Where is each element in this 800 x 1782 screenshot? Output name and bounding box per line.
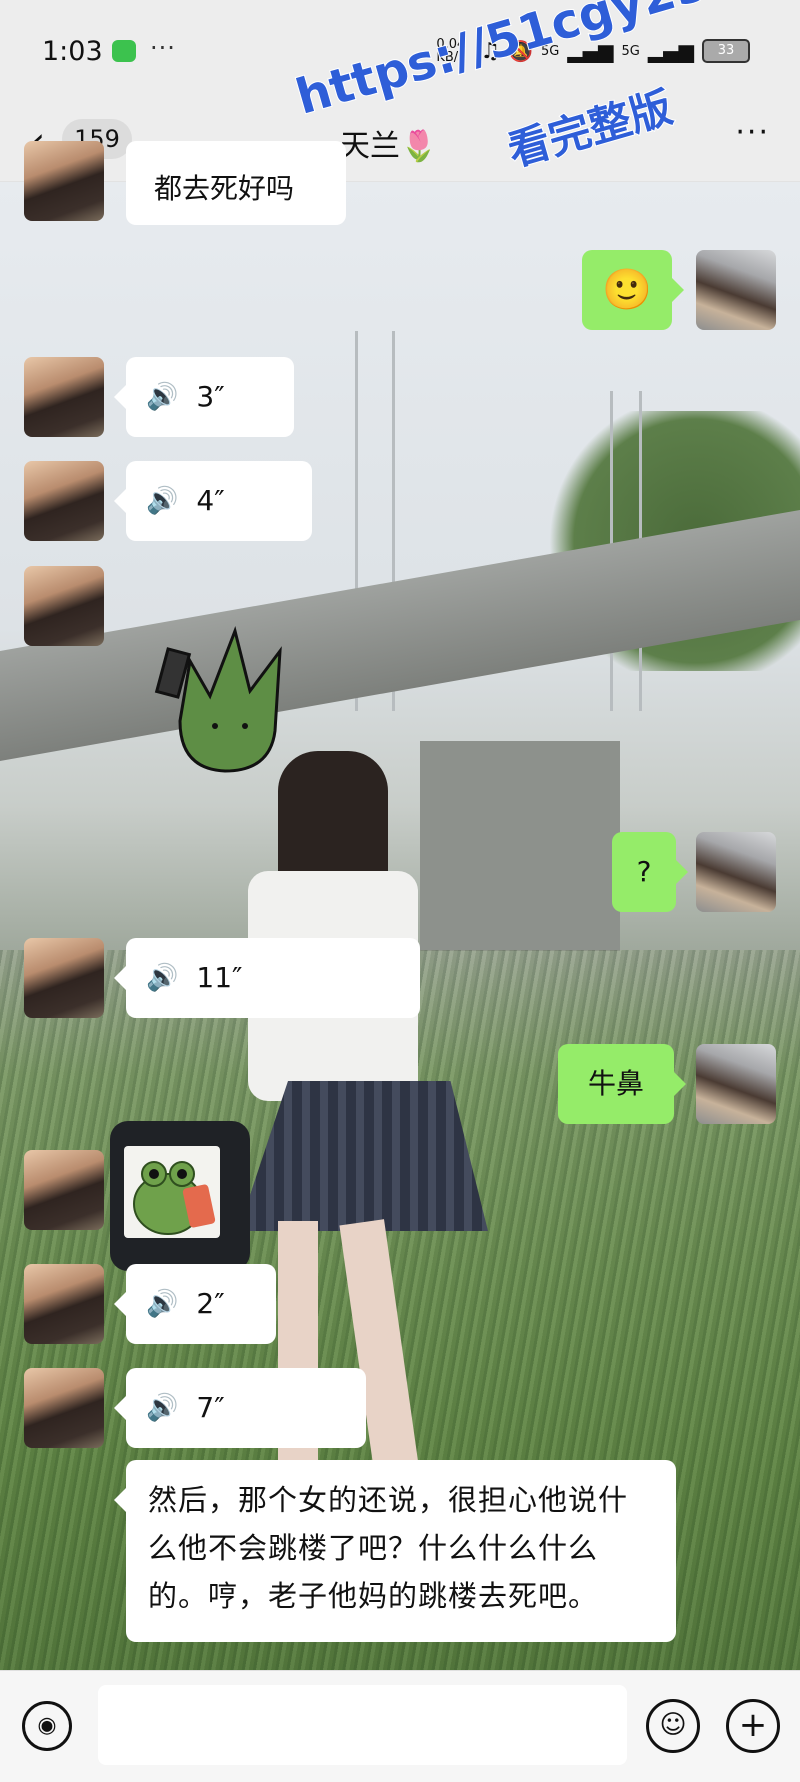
net-speed: 0.04 KB/s: [436, 37, 466, 65]
message-text: 然后，那个女的还说，很担心他说什么他不会跳楼了吧？什么什么什么的。哼，老子他妈的…: [148, 1483, 629, 1613]
headphones-icon: ♫: [480, 38, 501, 64]
message-text: 都去死好吗: [154, 172, 295, 205]
smile-emoji: 🙂: [602, 267, 652, 313]
clock: 1:03: [42, 36, 103, 67]
message-notification-icon: [112, 40, 136, 62]
voice-duration: 2″: [196, 1287, 225, 1320]
my-avatar[interactable]: [696, 1044, 776, 1124]
plus-icon[interactable]: +: [726, 1699, 780, 1753]
message-bubble-sent[interactable]: 牛鼻: [558, 1044, 686, 1124]
voice-wave-icon: 🔊: [146, 382, 179, 412]
voice-wave-icon: 🔊: [146, 1289, 179, 1319]
message-text: 牛鼻: [587, 1067, 644, 1100]
message-input[interactable]: [98, 1685, 627, 1765]
voice-wave-icon: 🔊: [146, 486, 179, 516]
voice-duration: 4″: [196, 484, 225, 517]
signal-bars-icon: ▂▄▆: [567, 39, 614, 63]
battery-indicator: 33: [702, 39, 750, 63]
voice-wave-icon: 🔊: [146, 1393, 179, 1423]
voice-message-bubble[interactable]: 🔊 4″: [114, 461, 312, 541]
contact-avatar[interactable]: [24, 1150, 104, 1230]
voice-message-bubble[interactable]: 🔊 2″: [114, 1264, 276, 1344]
message-bubble-emoji-sent[interactable]: 🙂: [582, 250, 684, 330]
bridge-pillar: [420, 741, 620, 951]
voice-duration: 11″: [196, 961, 243, 994]
my-avatar[interactable]: [696, 832, 776, 912]
mute-icon: 🔕: [508, 39, 533, 63]
voice-message-bubble[interactable]: 🔊 3″: [114, 357, 294, 437]
frog-sticker[interactable]: [124, 1146, 220, 1238]
contact-avatar[interactable]: [24, 141, 104, 221]
signal-bars-icon: ▂▄▆: [647, 39, 694, 63]
voice-message-bubble[interactable]: 🔊 11″: [114, 938, 420, 1018]
bridge: [0, 509, 800, 761]
contact-avatar[interactable]: [24, 938, 104, 1018]
more-icon[interactable]: ···: [735, 115, 770, 150]
voice-message-bubble[interactable]: 🔊 7″: [114, 1368, 366, 1448]
contact-avatar[interactable]: [24, 1368, 104, 1448]
chat-header: ‹ 159 天兰🌷 ···: [0, 105, 800, 182]
message-bubble-text[interactable]: 都去死好吗: [126, 141, 346, 225]
emoji-icon[interactable]: ☺: [646, 1699, 700, 1753]
tulip-emoji: 🌷: [400, 129, 438, 164]
signal-5g-2: 5G: [621, 43, 640, 59]
signal-5g-1: 5G: [540, 43, 560, 59]
chat-title-text: 天兰: [340, 129, 400, 164]
message-bubble-sent[interactable]: ?: [612, 832, 688, 912]
voice-duration: 3″: [196, 380, 225, 413]
my-avatar[interactable]: [696, 250, 776, 330]
message-text: ?: [636, 855, 652, 888]
contact-avatar[interactable]: [24, 1264, 104, 1344]
system-icons: 0.04 KB/s ♫ 🔕 5G ▂▄▆ 5G ▂▄▆ 33: [436, 38, 750, 64]
voice-wave-icon: 🔊: [146, 963, 179, 993]
voice-icon[interactable]: ◉: [22, 1701, 72, 1751]
more-notifications-icon: ···: [150, 34, 176, 62]
message-bubble-long-text[interactable]: 然后，那个女的还说，很担心他说什么他不会跳楼了吧？什么什么什么的。哼，老子他妈的…: [114, 1460, 676, 1642]
contact-avatar[interactable]: [24, 566, 104, 646]
input-bar: ◉ ☺ +: [0, 1670, 800, 1782]
contact-avatar[interactable]: [24, 461, 104, 541]
chat-title: 天兰🌷: [340, 121, 437, 165]
status-bar: 1:03 ··· 0.04 KB/s ♫ 🔕 5G ▂▄▆ 5G ▂▄▆ 33: [0, 0, 800, 105]
leaf-doodle-sticker: [154, 626, 282, 773]
voice-duration: 7″: [196, 1391, 225, 1424]
contact-avatar[interactable]: [24, 357, 104, 437]
